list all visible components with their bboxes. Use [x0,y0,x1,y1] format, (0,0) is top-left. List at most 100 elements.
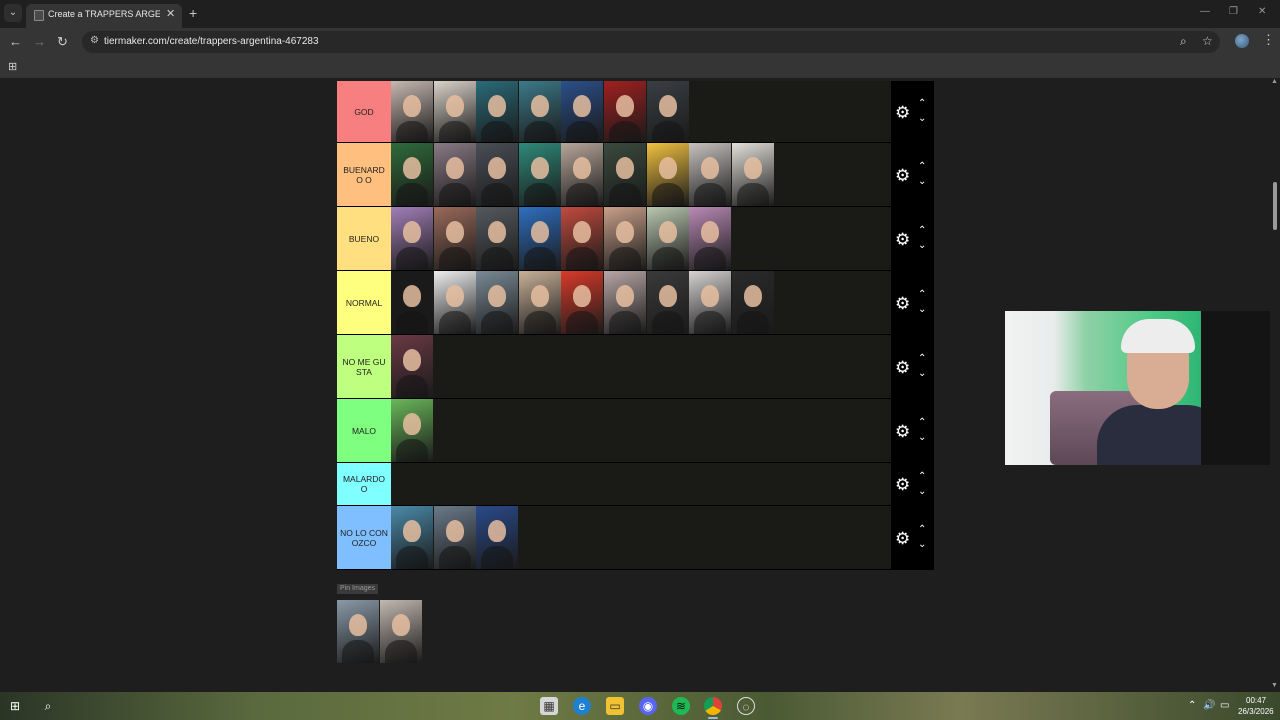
url-text[interactable]: tiermaker.com/create/trappers-argentina-… [104,36,319,47]
artist-image[interactable] [391,81,433,142]
zoom-icon[interactable]: ⌕ [1180,34,1187,49]
artist-image[interactable] [518,81,561,142]
pinned-artist-image[interactable] [337,600,379,663]
address-bar[interactable]: ⚙ tiermaker.com/create/trappers-argentin… [82,31,1220,53]
artist-image[interactable] [603,81,646,142]
artist-image[interactable] [433,506,476,569]
tier-settings-gear-icon[interactable]: ⚙ [895,294,910,314]
scroll-down-arrow-icon[interactable]: ▼ [1271,682,1278,689]
move-tier-up-icon[interactable]: ⌃ [918,162,926,172]
tab-search-chevron-icon[interactable]: ⌄ [4,4,22,22]
artist-image[interactable] [391,335,433,398]
tier-label[interactable]: GOD [337,81,391,142]
start-windows-icon[interactable]: ⊞ [6,697,24,715]
artist-image[interactable] [433,271,476,334]
site-info-icon[interactable]: ⚙ [90,35,99,46]
tier-settings-gear-icon[interactable]: ⚙ [895,422,910,442]
tier-settings-gear-icon[interactable]: ⚙ [895,475,910,495]
discord-icon[interactable]: ◉ [639,697,657,715]
tray-chevron-icon[interactable]: ⌃ [1188,700,1196,711]
tier-label[interactable]: NO ME GUSTA [337,335,391,398]
browser-tab-active[interactable]: Create a TRAPPERS ARGENTINA ✕ [26,4,182,28]
tier-label[interactable]: MALARDOO [337,463,391,505]
artist-image[interactable] [518,271,561,334]
move-tier-down-icon[interactable]: ⌄ [918,433,926,443]
volume-icon[interactable]: 🔊 [1203,700,1215,711]
artist-image[interactable] [433,143,476,206]
tier-settings-gear-icon[interactable]: ⚙ [895,166,910,186]
reload-icon[interactable]: ↻ [57,34,68,50]
artist-image[interactable] [561,143,604,206]
artist-image[interactable] [476,506,519,569]
artist-image[interactable] [476,271,519,334]
move-tier-down-icon[interactable]: ⌄ [918,177,926,187]
artist-image[interactable] [518,143,561,206]
artist-image[interactable] [391,143,433,206]
artist-image[interactable] [731,143,774,206]
move-tier-up-icon[interactable]: ⌃ [918,226,926,236]
artist-image[interactable] [561,271,604,334]
move-tier-down-icon[interactable]: ⌄ [918,369,926,379]
artist-image[interactable] [391,506,433,569]
artist-image[interactable] [433,207,476,270]
artist-image[interactable] [689,143,732,206]
artist-image[interactable] [646,207,689,270]
page-scrollbar[interactable]: ▲ ▼ [1270,78,1280,692]
new-tab-plus-icon[interactable]: + [189,5,197,21]
apps-grid-icon[interactable]: ⊞ [8,60,17,73]
move-tier-up-icon[interactable]: ⌃ [918,525,926,535]
artist-image[interactable] [391,207,433,270]
minimize-icon[interactable]: — [1200,6,1210,17]
artist-image[interactable] [476,207,519,270]
artist-image[interactable] [646,271,689,334]
move-tier-up-icon[interactable]: ⌃ [918,290,926,300]
artist-image[interactable] [433,81,476,142]
forward-arrow-icon[interactable]: → [33,34,46,49]
artist-image[interactable] [603,207,646,270]
artist-image[interactable] [603,271,646,334]
scroll-up-arrow-icon[interactable]: ▲ [1271,78,1278,85]
artist-image[interactable] [603,143,646,206]
window-close-icon[interactable]: ✕ [1258,6,1266,17]
search-icon[interactable]: ⌕ [39,697,57,715]
move-tier-down-icon[interactable]: ⌄ [918,540,926,550]
tier-label[interactable]: MALO [337,399,391,462]
artist-image[interactable] [561,81,604,142]
browser-menu-icon[interactable]: ⋮ [1262,32,1275,48]
bookmark-star-icon[interactable]: ☆ [1202,34,1213,48]
artist-image[interactable] [476,81,519,142]
move-tier-up-icon[interactable]: ⌃ [918,354,926,364]
artist-image[interactable] [646,143,689,206]
artist-image[interactable] [646,81,689,142]
pin-images-label[interactable]: Pin Images [337,584,379,594]
obs-icon[interactable]: ◌ [737,697,755,715]
tier-settings-gear-icon[interactable]: ⚙ [895,103,910,123]
move-tier-down-icon[interactable]: ⌄ [918,241,926,251]
artist-image[interactable] [518,207,561,270]
profile-avatar-icon[interactable] [1235,34,1249,48]
chrome-icon[interactable] [704,697,722,715]
move-tier-up-icon[interactable]: ⌃ [918,418,926,428]
network-icon[interactable]: ▭ [1220,700,1229,711]
artist-image[interactable] [689,271,732,334]
taskbar-time[interactable]: 00:47 [1246,696,1266,705]
move-tier-up-icon[interactable]: ⌃ [918,471,926,482]
back-arrow-icon[interactable]: ← [9,34,22,49]
tier-settings-gear-icon[interactable]: ⚙ [895,529,910,549]
artist-image[interactable] [689,207,732,270]
scroll-thumb[interactable] [1273,182,1277,230]
tier-label[interactable]: NORMAL [337,271,391,334]
tier-settings-gear-icon[interactable]: ⚙ [895,230,910,250]
move-tier-up-icon[interactable]: ⌃ [918,99,926,109]
artist-image[interactable] [391,399,433,462]
file-explorer-icon[interactable]: ▭ [606,697,624,715]
move-tier-down-icon[interactable]: ⌄ [918,114,926,124]
move-tier-down-icon[interactable]: ⌄ [918,305,926,315]
artist-image[interactable] [391,271,433,334]
tier-label[interactable]: BUENO [337,207,391,270]
spotify-icon[interactable]: ≋ [672,697,690,715]
tier-label[interactable]: NO LO CONOZCO [337,506,391,569]
edge-icon[interactable]: e [573,697,591,715]
artist-image[interactable] [731,271,774,334]
tier-settings-gear-icon[interactable]: ⚙ [895,358,910,378]
